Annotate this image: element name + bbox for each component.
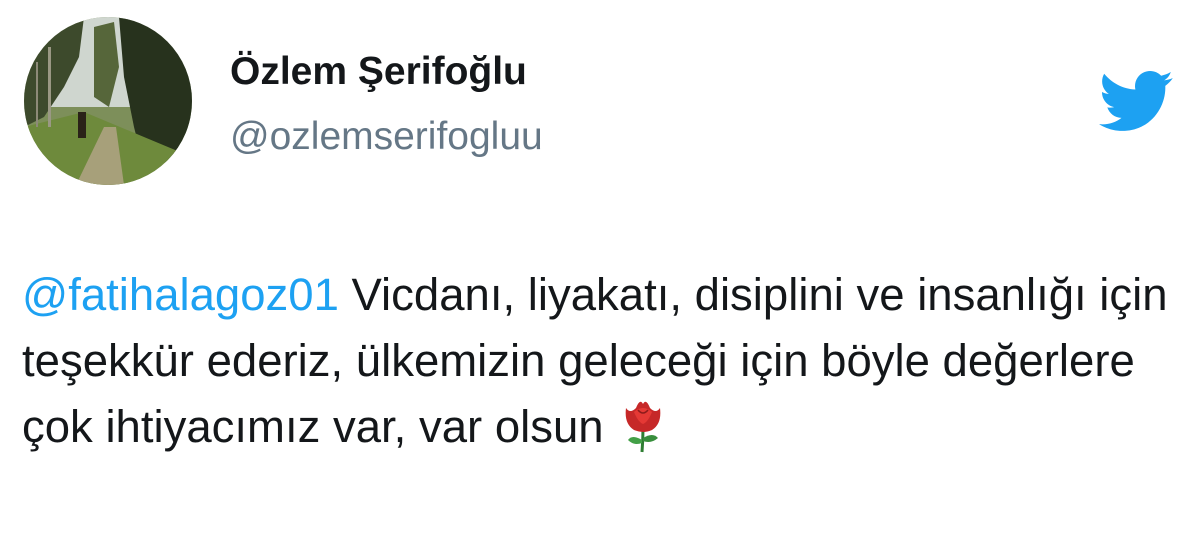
twitter-bird-icon	[1087, 62, 1183, 140]
author-handle[interactable]: @ozlemserifogluu	[230, 113, 543, 161]
author-display-name[interactable]: Özlem Şerifoğlu	[230, 48, 527, 96]
tweet-text: @fatihalagoz01 Vicdanı, liyakatı, disipl…	[22, 262, 1192, 460]
avatar[interactable]	[24, 17, 192, 185]
avatar-photo	[24, 17, 192, 185]
tweet-mention-link[interactable]: @fatihalagoz01	[22, 269, 339, 320]
rose-emoji	[622, 394, 664, 454]
